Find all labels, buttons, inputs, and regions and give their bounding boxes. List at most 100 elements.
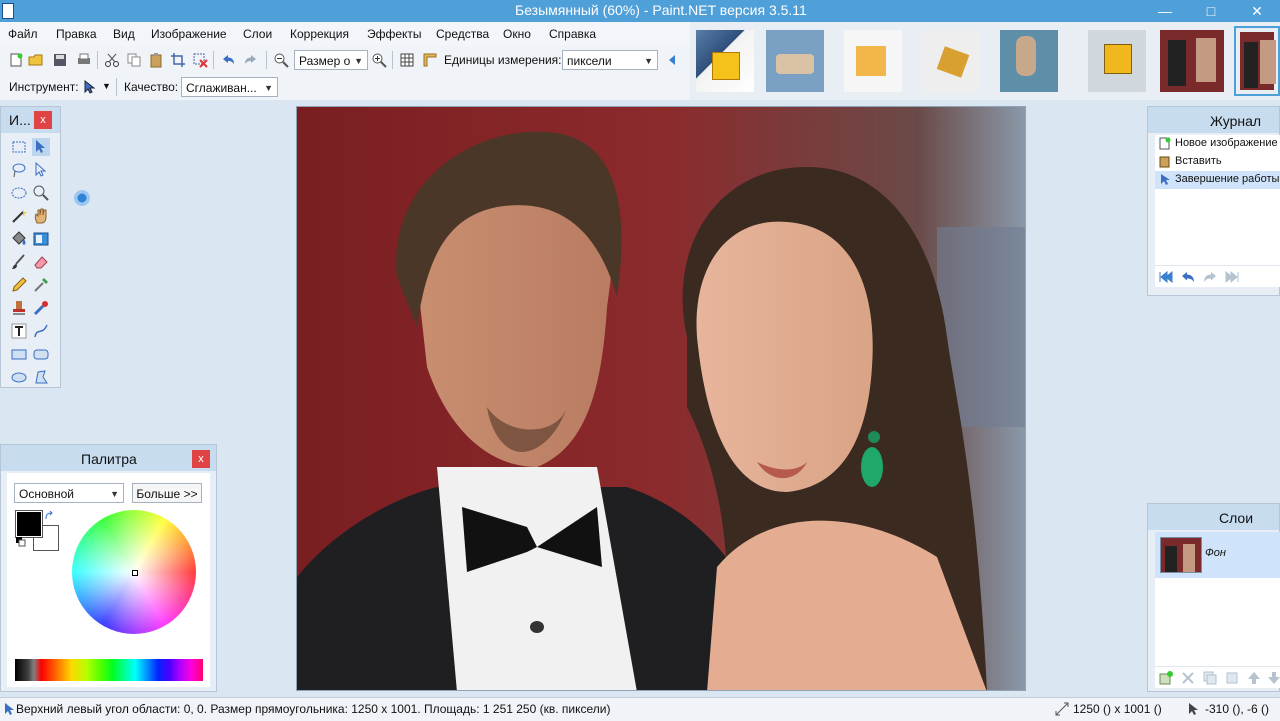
crop-icon[interactable] [170,52,186,68]
move-selection-icon[interactable] [32,161,50,179]
ellipse-shape-icon[interactable] [10,368,28,386]
menu-file[interactable]: Файл [8,27,38,41]
menu-utilities[interactable]: Средства [436,27,489,41]
close-button[interactable]: ✕ [1234,0,1280,22]
rectangle-shape-icon[interactable] [10,345,28,363]
palette-mode-value: Основной [19,487,75,501]
image-tab[interactable] [1084,26,1150,96]
menu-edit[interactable]: Правка [56,27,97,41]
undo-icon[interactable] [1181,271,1195,283]
new-image-icon[interactable] [8,52,24,68]
freeform-shape-icon[interactable] [32,368,50,386]
layers-controls [1155,666,1280,689]
primary-color-swatch[interactable] [15,510,43,538]
eraser-icon[interactable] [32,253,50,271]
tools-close-button[interactable]: x [34,111,52,129]
delete-layer-icon[interactable] [1181,671,1195,685]
swap-colors-icon[interactable] [44,511,54,521]
paste-icon[interactable] [148,52,164,68]
move-selected-icon[interactable] [32,138,50,156]
fast-forward-icon[interactable] [1225,271,1239,283]
menu-effects[interactable]: Эффекты [367,27,422,41]
scroll-left-icon[interactable] [664,52,680,68]
color-wheel-marker[interactable] [132,570,138,576]
merge-layer-icon[interactable] [1225,671,1239,685]
palette-mode-select[interactable]: Основной ▼ [14,483,124,503]
menu-help[interactable]: Справка [549,27,596,41]
color-picker-icon[interactable] [32,276,50,294]
image-tab[interactable] [918,26,984,96]
app-icon[interactable] [2,3,14,19]
lasso-select-icon[interactable] [10,161,28,179]
text-tool-icon[interactable] [10,322,28,340]
move-layer-up-icon[interactable] [1247,671,1261,685]
print-icon[interactable] [76,52,92,68]
layers-panel-header[interactable]: Слои [1148,504,1279,530]
save-icon[interactable] [52,52,68,68]
chevron-down-icon[interactable]: ▼ [102,81,111,91]
zoom-select[interactable]: Размер о ▼ [294,50,368,70]
redo-icon[interactable] [243,52,259,68]
menu-view[interactable]: Вид [113,27,135,41]
history-item[interactable]: Новое изображение [1155,135,1280,153]
menu-image[interactable]: Изображение [151,27,227,41]
paintbrush-icon[interactable] [10,253,28,271]
move-layer-down-icon[interactable] [1267,671,1280,685]
undo-icon[interactable] [220,52,236,68]
palette-swatches[interactable] [15,659,203,681]
menu-layers[interactable]: Слои [243,27,272,41]
new-image-icon [1159,137,1171,150]
image-tabs-strip [690,22,1280,100]
rulers-icon[interactable] [422,52,438,68]
image-tab[interactable] [840,26,906,96]
image-canvas[interactable] [296,106,1026,691]
duplicate-layer-icon[interactable] [1203,671,1217,685]
menu-window[interactable]: Окно [503,27,531,41]
chevron-down-icon: ▼ [264,83,273,93]
magic-wand-icon[interactable] [10,207,28,225]
ellipse-select-icon[interactable] [10,184,28,202]
move-selection-icon[interactable] [82,79,98,95]
clone-stamp-icon[interactable] [10,299,28,317]
maximize-button[interactable]: □ [1188,0,1234,22]
gradient-icon[interactable] [32,230,50,248]
image-tab[interactable] [762,26,828,96]
add-layer-icon[interactable] [1159,671,1173,685]
cut-icon[interactable] [104,52,120,68]
pencil-icon[interactable] [10,276,28,294]
layers-list: Фон [1155,532,1280,688]
redo-icon[interactable] [1203,271,1217,283]
more-colors-button[interactable]: Больше >> [132,483,202,503]
line-curve-icon[interactable] [32,322,50,340]
minimize-button[interactable]: — [1142,0,1188,22]
open-icon[interactable] [28,52,44,68]
active-image-tab[interactable] [1234,26,1280,96]
image-tab[interactable] [1156,26,1228,96]
history-panel-header[interactable]: Журнал [1148,107,1279,133]
reset-colors-icon[interactable] [16,537,26,547]
zoom-icon[interactable] [32,184,50,202]
paint-bucket-icon[interactable] [10,230,28,248]
quality-select[interactable]: Сглаживан... ▼ [181,77,278,97]
deselect-icon[interactable] [192,52,208,68]
menu-adjustments[interactable]: Коррекция [290,27,349,41]
rounded-rectangle-icon[interactable] [32,345,50,363]
history-item[interactable]: Вставить [1155,153,1280,171]
copy-icon[interactable] [126,52,142,68]
rectangle-select-icon[interactable] [10,138,28,156]
palette-panel-header[interactable]: Палитра x [1,445,216,471]
image-tab[interactable] [996,26,1062,96]
history-item-selected[interactable]: Завершение работы с [1155,171,1280,189]
recolor-icon[interactable] [32,299,50,317]
image-tab[interactable] [692,26,758,96]
grid-icon[interactable] [399,52,415,68]
tools-panel-header[interactable]: И... x [1,107,60,133]
palette-panel: Палитра x Основной ▼ Больше >> ▼ [0,444,217,692]
pan-hand-icon[interactable] [32,207,50,225]
palette-close-button[interactable]: x [192,450,210,468]
layer-row[interactable]: Фон [1155,532,1280,578]
zoom-out-icon[interactable] [273,52,289,68]
units-select[interactable]: пиксели ▼ [562,50,658,70]
rewind-icon[interactable] [1159,271,1173,283]
zoom-in-icon[interactable] [371,52,387,68]
